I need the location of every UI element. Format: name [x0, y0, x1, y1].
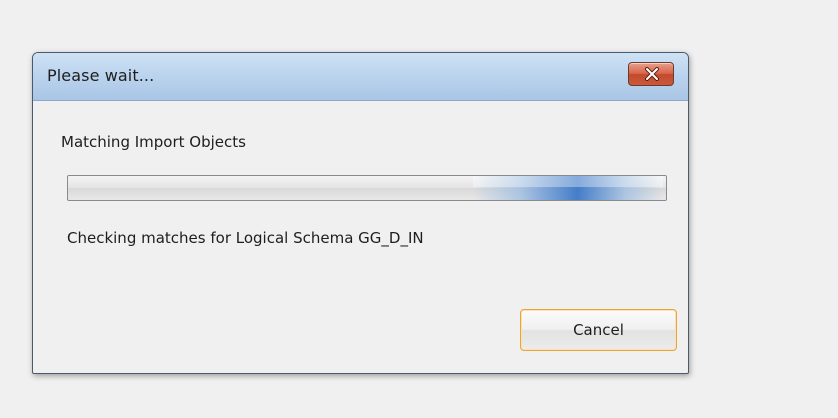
- progress-bar: [67, 175, 667, 201]
- cancel-button[interactable]: Cancel: [520, 309, 677, 351]
- operation-heading: Matching Import Objects: [61, 133, 246, 151]
- close-button[interactable]: [628, 62, 674, 86]
- status-text: Checking matches for Logical Schema GG_D…: [67, 229, 424, 247]
- please-wait-dialog: Please wait... Matching Import Objects C…: [32, 52, 689, 374]
- dialog-titlebar[interactable]: Please wait...: [33, 53, 688, 101]
- dialog-title: Please wait...: [47, 66, 155, 85]
- close-icon: [645, 67, 659, 81]
- progress-indicator: [473, 176, 663, 200]
